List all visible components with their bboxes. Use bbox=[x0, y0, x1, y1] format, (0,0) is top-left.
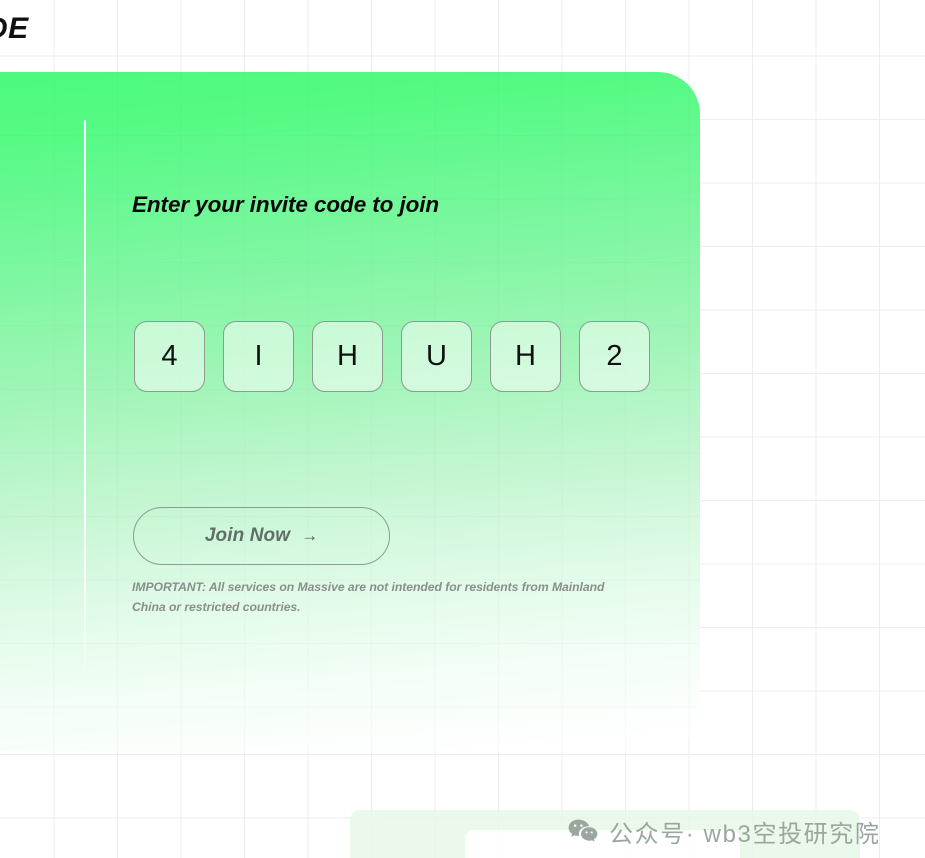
join-now-label: Join Now bbox=[204, 525, 291, 546]
arrow-right-icon: → bbox=[301, 525, 319, 545]
invite-code-box-2[interactable]: I bbox=[223, 321, 294, 392]
invite-heading: Enter your invite code to join bbox=[132, 192, 440, 217]
page-title: DE bbox=[0, 12, 29, 45]
invite-code-box-1[interactable]: 4 bbox=[134, 321, 205, 392]
join-now-button[interactable]: Join Now → bbox=[133, 507, 390, 565]
accent-divider bbox=[84, 120, 86, 700]
invite-code-box-5[interactable]: H bbox=[490, 321, 561, 392]
invite-code-box-4[interactable]: U bbox=[401, 321, 472, 392]
invite-panel: Enter your invite code to join 4 I H U H… bbox=[0, 72, 700, 751]
invite-code-box-3[interactable]: H bbox=[312, 321, 383, 392]
panel-content: Enter your invite code to join 4 I H U H… bbox=[132, 72, 700, 751]
invite-code-box-6[interactable]: 2 bbox=[579, 321, 650, 392]
invite-code-boxes: 4 I H U H 2 bbox=[134, 321, 650, 392]
disclaimer-text: IMPORTANT: All services on Massive are n… bbox=[132, 580, 605, 615]
